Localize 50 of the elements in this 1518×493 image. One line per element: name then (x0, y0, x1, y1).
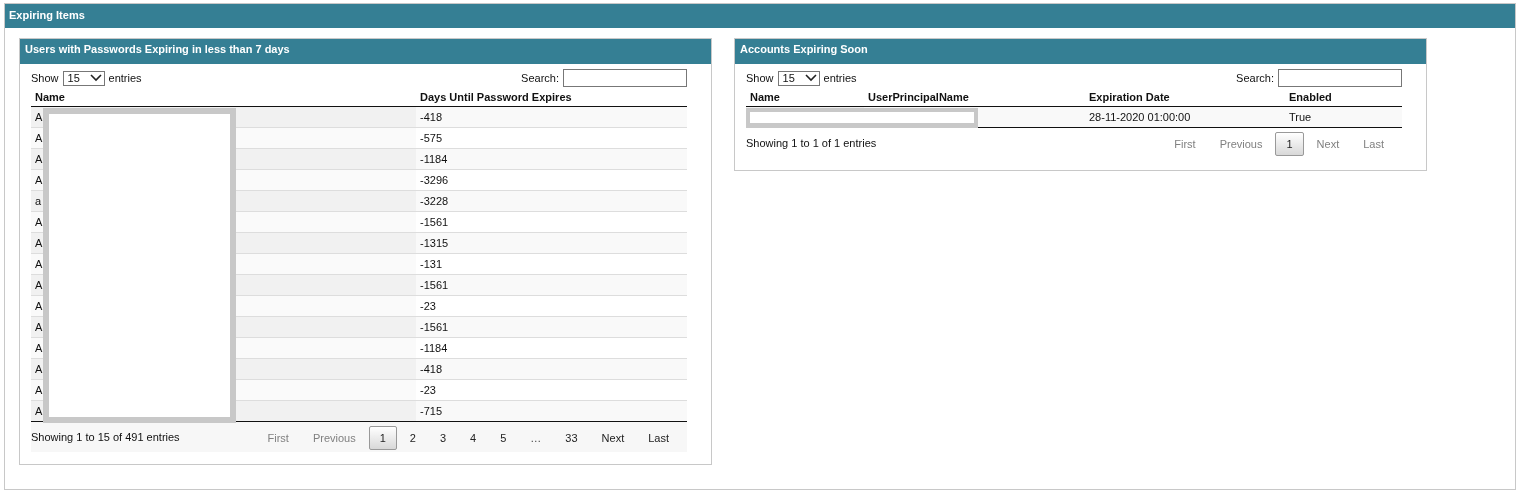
table-cell: -131 (416, 253, 687, 275)
table-cell: -3296 (416, 169, 687, 191)
pagination-ellipsis: … (529, 432, 543, 444)
card-title: Accounts Expiring Soon (735, 39, 1426, 64)
entries-select[interactable]: 15 (62, 70, 105, 86)
chevron-icon (804, 74, 817, 82)
page-button[interactable]: 1 (368, 426, 397, 450)
page-button[interactable]: Last (637, 426, 680, 450)
table-info: Showing 1 to 1 of 1 entries (746, 136, 877, 149)
table-info: Showing 1 to 15 of 491 entries (31, 430, 180, 443)
table-cell: -1561 (416, 274, 687, 296)
card-title: Users with Passwords Expiring in less than 7 days (20, 39, 711, 64)
table-cell: -1561 (416, 211, 687, 233)
search-label: Search: (521, 72, 559, 84)
column-header[interactable]: Name (746, 89, 864, 107)
table-cell: True (1285, 106, 1402, 128)
search-label: Search: (1236, 72, 1274, 84)
show-label: Show (31, 72, 59, 84)
page-button[interactable]: 1 (1275, 132, 1304, 156)
search-field[interactable] (1278, 69, 1402, 87)
table-cell: -3228 (416, 190, 687, 212)
column-header[interactable]: Days Until Password Expires (416, 89, 687, 107)
table-cell: -1561 (416, 316, 687, 338)
table-cell: -715 (416, 400, 687, 422)
show-label: Show (746, 72, 774, 84)
entries-select[interactable]: 15 (777, 70, 820, 86)
table-cell: -23 (416, 379, 687, 401)
entries-label: entries (823, 72, 857, 84)
table-cell: -23 (416, 295, 687, 317)
page-button[interactable]: 4 (459, 426, 488, 450)
column-header[interactable]: Enabled (1285, 89, 1402, 107)
table-cell: -418 (416, 106, 687, 128)
page-button[interactable]: 33 (554, 426, 589, 450)
chevron-icon (89, 74, 102, 82)
page-button[interactable]: 3 (428, 426, 458, 450)
entries-label: entries (108, 72, 142, 84)
table-cell: -1184 (416, 148, 687, 170)
table-cell: -1184 (416, 337, 687, 359)
search-field[interactable] (563, 69, 687, 87)
table-cell: 28-11-2020 01:00:00 (1085, 106, 1285, 128)
table-cell: -1315 (416, 232, 687, 254)
column-header[interactable]: Name (31, 89, 416, 107)
page-button[interactable]: Next (590, 426, 636, 450)
section-title: Expiring Items (5, 4, 1515, 28)
page-button[interactable]: 5 (489, 426, 518, 450)
page-button[interactable]: 2 (398, 426, 427, 450)
table-cell: -418 (416, 358, 687, 380)
column-header[interactable]: UserPrincipalName (864, 89, 1085, 107)
column-header[interactable]: Expiration Date (1085, 89, 1285, 107)
table-cell: -575 (416, 127, 687, 149)
